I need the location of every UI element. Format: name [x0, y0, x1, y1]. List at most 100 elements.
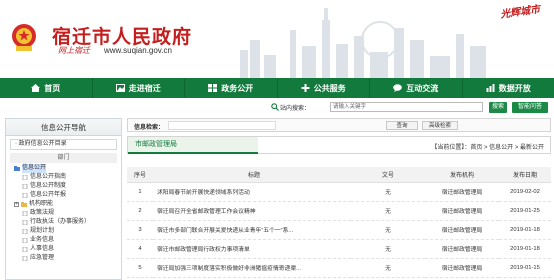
nav-item-interaction[interactable]: 互动交流 [370, 78, 463, 98]
document-icon [22, 238, 28, 243]
tree-item-label: 信息公开年报 [30, 192, 67, 198]
table-row: 1 沭阳局春节前开展快递领域系列活动 无 宿迁邮政管理局 2019-02-02 [127, 182, 551, 202]
tree-item-enforcement[interactable]: 行政执法（办事服务） [14, 218, 121, 227]
document-icon [22, 211, 28, 216]
tree-item-annual-report[interactable]: 信息公开年报 [14, 191, 121, 200]
image-icon [115, 84, 125, 92]
row-title-link[interactable]: 宿迁市邮政管理局行政权力事项清单 [153, 239, 351, 259]
row-title-link[interactable]: 沭阳局春节前开展快递领域系列活动 [153, 182, 351, 202]
table-row: 2 宿迁局召开全省邮政管理工作会议精神 无 宿迁邮政管理局 2019-01-25 [127, 201, 551, 221]
site-search-button[interactable]: 搜索 [489, 102, 507, 113]
site-slogan: 网上宿迁 [58, 46, 90, 55]
tree-item-label: 应急管理 [30, 255, 55, 261]
expand-icon[interactable]: + [14, 202, 19, 207]
sidebar-category-tab[interactable]: 部门 [10, 153, 117, 163]
table-row: 4 宿迁市邮政管理局行政权力事项清单 无 宿迁邮政管理局 2019-01-18 [127, 239, 551, 259]
tree-item-org-function[interactable]: + 机构职能 [14, 200, 121, 209]
row-no: 5 [127, 258, 153, 278]
col-header-doc: 文号 [351, 167, 425, 183]
tree-item-policy[interactable]: 信息公开制度 [14, 182, 121, 191]
document-icon [22, 247, 28, 252]
document-icon [22, 193, 28, 198]
row-doc: 无 [351, 258, 425, 278]
nav-item-label: 公共服务 [313, 83, 346, 93]
search-icon [271, 103, 279, 111]
row-title-link[interactable]: 宿迁局加强三项制度落实积极做好非洲猪瘟疫情寄递渠... [153, 258, 351, 278]
nav-item-label: 互动交流 [406, 83, 439, 93]
grid-icon [208, 84, 218, 92]
row-doc: 无 [351, 220, 425, 240]
advanced-search-button[interactable]: 高级检索 [422, 121, 458, 130]
row-no: 3 [127, 220, 153, 240]
site-header: 宿迁市人民政府 网上宿迁 www.suqian.gov.cn 光辉城市 [0, 0, 554, 78]
department-tab[interactable]: 市邮政管理局 [128, 137, 258, 154]
tree-item-regulations[interactable]: 政策法规 [14, 209, 121, 218]
tree-item-label: 信息公开制度 [30, 183, 67, 189]
row-doc: 无 [351, 201, 425, 221]
home-icon [31, 84, 41, 92]
nav-item-label: 走进宿迁 [128, 83, 161, 93]
tree-item-business-info[interactable]: 业务信息 [14, 236, 121, 245]
tree-item-label: 业务信息 [30, 237, 55, 243]
tree-item-emergency[interactable]: 应急管理 [14, 254, 121, 263]
national-emblem-icon [12, 24, 36, 51]
tree-item-label: 规划计划 [30, 228, 55, 234]
document-icon [22, 229, 28, 234]
info-search-input[interactable] [168, 121, 276, 130]
row-org: 宿迁邮政管理局 [425, 201, 499, 221]
row-title-link[interactable]: 宿迁市多部门联合开展关爱快递从业青年“五个一”系... [153, 220, 351, 240]
info-nav-sidebar: 信息公开导航 · 政府信息公开目录 部门 信息公开 信息公开指南 信息公开制度 … [5, 118, 122, 280]
col-header-org: 发布机构 [425, 167, 499, 183]
sidebar-tree: 信息公开 信息公开指南 信息公开制度 信息公开年报 + 机构职能 政策法规 行政… [6, 164, 121, 263]
chart-icon [486, 84, 495, 92]
table-header-row: 序号 标题 文号 发布机构 发布日期 [127, 167, 551, 183]
tree-item-label: 政策法规 [30, 210, 55, 216]
document-icon [22, 220, 28, 225]
row-no: 4 [127, 239, 153, 259]
document-icon [22, 256, 28, 261]
nav-item-open-data[interactable]: 数据开放 [463, 78, 554, 98]
row-date: 2019-01-18 [499, 239, 551, 259]
tree-item-label: 信息公开 [22, 164, 47, 173]
table-row: 5 宿迁局加强三项制度落实积极做好非洲猪瘟疫情寄递渠... 无 宿迁邮政管理局 … [127, 258, 551, 278]
site-search-input[interactable]: 请输入关键字 [330, 102, 483, 112]
table-row: 3 宿迁市多部门联合开展关爱快递从业青年“五个一”系... 无 宿迁邮政管理局 … [127, 220, 551, 240]
nav-item-about[interactable]: 走进宿迁 [93, 78, 185, 98]
info-search-bar: 信息检索： 查询 高级检索 [127, 118, 551, 132]
site-search-bar: 站内搜索： 请输入关键字 搜索 智能问答 [0, 101, 554, 115]
row-org: 宿迁邮政管理局 [425, 258, 499, 278]
chat-icon [393, 84, 403, 92]
info-table: 序号 标题 文号 发布机构 发布日期 1 沭阳局春节前开展快递领域系列活动 无 … [127, 167, 551, 278]
row-org: 宿迁邮政管理局 [425, 220, 499, 240]
main-nav: 首页 走进宿迁 政务公开 公共服务 互动交流 数据开放 [0, 78, 554, 98]
document-icon [22, 184, 28, 189]
nav-item-label: 政务公开 [221, 83, 254, 93]
tree-item-info-open[interactable]: 信息公开 [14, 164, 121, 173]
row-no: 2 [127, 201, 153, 221]
row-doc: 无 [351, 182, 425, 202]
location-bar: 市邮政管理局 【当前位置】：首页 > 信息公开 > 最新公开 [127, 136, 551, 154]
tree-item-label: 行政执法（办事服务） [30, 219, 91, 225]
query-button[interactable]: 查询 [386, 121, 418, 130]
folder-icon [14, 166, 20, 171]
tree-item-personnel[interactable]: 人事信息 [14, 245, 121, 254]
nav-item-gov-affairs[interactable]: 政务公开 [185, 78, 278, 98]
folder-icon [21, 202, 27, 207]
smart-qa-button[interactable]: 智能问答 [512, 102, 548, 113]
tree-item-label: 人事信息 [30, 246, 55, 252]
nav-item-public-service[interactable]: 公共服务 [278, 78, 370, 98]
row-date: 2019-01-18 [499, 220, 551, 240]
sidebar-directory-link[interactable]: · 政府信息公开目录 [10, 139, 117, 150]
tree-item-plans[interactable]: 规划计划 [14, 227, 121, 236]
col-header-no: 序号 [127, 167, 153, 183]
tree-item-label: 机构职能 [29, 201, 54, 207]
row-org: 宿迁邮政管理局 [425, 239, 499, 259]
nav-item-home[interactable]: 首页 [0, 78, 93, 98]
row-no: 1 [127, 182, 153, 202]
row-date: 2019-02-02 [499, 182, 551, 202]
nav-item-label: 首页 [44, 83, 61, 93]
breadcrumb: 【当前位置】：首页 > 信息公开 > 最新公开 [431, 145, 544, 151]
row-title-link[interactable]: 宿迁局召开全省邮政管理工作会议精神 [153, 201, 351, 221]
tree-item-guide[interactable]: 信息公开指南 [14, 173, 121, 182]
document-icon [22, 175, 28, 180]
